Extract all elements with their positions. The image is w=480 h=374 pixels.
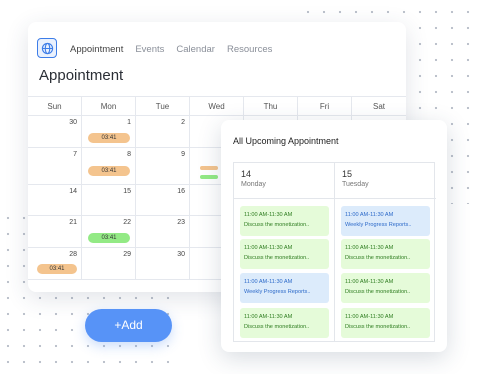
appointment-time: 11:00 AM-11:30 AM bbox=[244, 279, 293, 285]
appointment-card[interactable]: 11:00 AM-11:30 AM Discuss the monetizati… bbox=[341, 239, 430, 269]
day-cell[interactable]: 9 bbox=[136, 148, 190, 184]
weekday-mon: Mon bbox=[82, 97, 136, 116]
appointment-text: Discuss the monetization.. bbox=[244, 255, 310, 261]
event-marker[interactable] bbox=[200, 175, 218, 179]
day-number: 22 bbox=[123, 219, 131, 226]
appointment-card[interactable]: 11:00 AM-11:30 AM Discuss the monetizati… bbox=[341, 273, 430, 303]
day-number: 16 bbox=[177, 188, 185, 195]
day-cell[interactable]: 23 bbox=[136, 216, 190, 247]
weekday-tue: Tue bbox=[136, 97, 190, 116]
weekday-wed: Wed bbox=[190, 97, 244, 116]
weekday-thu: Thu bbox=[244, 97, 298, 116]
appointment-time: 11:00 AM-11:30 AM bbox=[244, 245, 293, 251]
appointment-card[interactable]: 11:00 AM-11:30 AM Weekly Progress Report… bbox=[341, 206, 430, 236]
appointment-time: 11:00 AM-11:30 AM bbox=[244, 314, 293, 320]
calendar-app-icon bbox=[37, 38, 57, 58]
tab-events[interactable]: Events bbox=[135, 44, 164, 55]
appointment-time: 11:00 AM-11:30 AM bbox=[345, 245, 394, 251]
day-number: 21 bbox=[69, 219, 77, 226]
appointment-text: Weekly Progress Reports.. bbox=[244, 289, 311, 295]
appointment-text: Discuss the monetization.. bbox=[345, 255, 411, 261]
day-cell[interactable]: 16 bbox=[136, 185, 190, 215]
column-weekday: Tuesday bbox=[342, 181, 369, 188]
appointment-text: Discuss the monetization.. bbox=[244, 324, 310, 330]
appointment-text: Discuss the monetization.. bbox=[345, 324, 411, 330]
day-cell[interactable]: 29 bbox=[82, 248, 136, 279]
appointment-text: Discuss the monetization.. bbox=[345, 289, 411, 295]
appointment-time: 11:00 AM-11:30 AM bbox=[345, 212, 394, 218]
column-day-number: 15 bbox=[342, 169, 353, 179]
day-cell[interactable]: 30 bbox=[28, 116, 82, 147]
day-cell[interactable]: 7 bbox=[28, 148, 82, 184]
weekday-fri: Fri bbox=[298, 97, 352, 116]
event-pill[interactable]: 03:41 bbox=[88, 233, 130, 243]
page-title: Appointment bbox=[39, 67, 124, 84]
day-number: 15 bbox=[123, 188, 131, 195]
appointment-time: 11:00 AM-11:30 AM bbox=[244, 212, 293, 218]
day-number: 7 bbox=[73, 151, 77, 158]
day-number: 9 bbox=[181, 151, 185, 158]
day-cell[interactable]: 2 bbox=[136, 116, 190, 147]
day-cell[interactable]: 14 bbox=[28, 185, 82, 215]
appointment-card[interactable]: 11:00 AM-11:30 AM Weekly Progress Report… bbox=[240, 273, 329, 303]
day-number: 23 bbox=[177, 219, 185, 226]
weekday-sat: Sat bbox=[372, 102, 385, 111]
column-header: 14 Monday bbox=[234, 163, 334, 199]
appointment-text: Discuss the monetization.. bbox=[244, 222, 310, 228]
appointment-card[interactable]: 11:00 AM-11:30 AM Discuss the monetizati… bbox=[341, 308, 430, 338]
day-cell[interactable]: 21 bbox=[28, 216, 82, 247]
appointment-card[interactable]: 11:00 AM-11:30 AM Discuss the monetizati… bbox=[240, 308, 329, 338]
event-pill[interactable]: 03:41 bbox=[37, 264, 77, 274]
appointment-time: 11:00 AM-11:30 AM bbox=[345, 314, 394, 320]
event-pill[interactable]: 03:41 bbox=[88, 166, 130, 176]
day-cell[interactable]: 8 03:41 bbox=[82, 148, 136, 184]
day-column: 14 Monday 11:00 AM-11:30 AM Discuss the … bbox=[234, 163, 335, 341]
column-header: 15 Tuesday bbox=[335, 163, 436, 199]
upcoming-grid: 14 Monday 11:00 AM-11:30 AM Discuss the … bbox=[233, 162, 436, 342]
day-cell[interactable]: 22 03:41 bbox=[82, 216, 136, 247]
day-number: 8 bbox=[127, 151, 131, 158]
tab-resources[interactable]: Resources bbox=[227, 44, 272, 55]
column-weekday: Monday bbox=[241, 181, 266, 188]
day-column: 15 Tuesday 11:00 AM-11:30 AM Weekly Prog… bbox=[335, 163, 436, 341]
appointment-card[interactable]: 11:00 AM-11:30 AM Discuss the monetizati… bbox=[240, 239, 329, 269]
appointment-text: Weekly Progress Reports.. bbox=[345, 222, 412, 228]
column-day-number: 14 bbox=[241, 169, 252, 179]
event-pill[interactable]: 03:41 bbox=[88, 133, 130, 143]
day-cell[interactable]: 28 03:41 bbox=[28, 248, 82, 279]
day-number: 28 bbox=[69, 251, 77, 258]
day-number: 14 bbox=[69, 188, 77, 195]
day-number: 1 bbox=[127, 119, 131, 126]
day-number: 30 bbox=[69, 119, 77, 126]
day-cell[interactable]: 1 03:41 bbox=[82, 116, 136, 147]
tab-appointment[interactable]: Appointment bbox=[70, 44, 123, 55]
tab-calendar[interactable]: Calendar bbox=[176, 44, 215, 55]
upcoming-title: All Upcoming Appointment bbox=[233, 136, 339, 146]
day-number: 2 bbox=[181, 119, 185, 126]
event-marker[interactable] bbox=[200, 166, 218, 170]
nav-tabs: Appointment Events Calendar Resources bbox=[70, 44, 272, 55]
day-number: 29 bbox=[123, 251, 131, 258]
day-number: 30 bbox=[177, 251, 185, 258]
day-cell[interactable]: 30 bbox=[136, 248, 190, 279]
add-button[interactable]: +Add bbox=[85, 309, 172, 342]
appointment-time: 11:00 AM-11:30 AM bbox=[345, 279, 394, 285]
upcoming-panel: All Upcoming Appointment 14 Monday 11:00… bbox=[221, 120, 447, 352]
appointment-card[interactable]: 11:00 AM-11:30 AM Discuss the monetizati… bbox=[240, 206, 329, 236]
day-cell[interactable]: 15 bbox=[82, 185, 136, 215]
weekday-sun: Sun bbox=[28, 97, 82, 116]
weekday-header: Sun Mon Tue Wed Thu Fri Sat bbox=[28, 96, 406, 116]
